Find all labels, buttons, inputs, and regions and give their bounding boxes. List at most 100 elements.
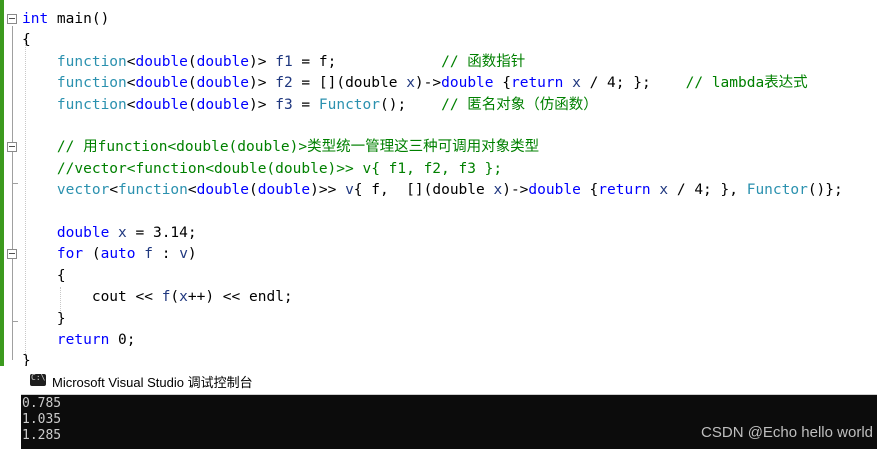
code-token: = 3.14; (126, 225, 197, 241)
code-token: double (56, 225, 110, 241)
console-title-bar[interactable]: Microsoft Visual Studio 调试控制台 (21, 366, 877, 395)
code-token: // 匿名对象（仿函数） (441, 96, 598, 113)
code-token: x (493, 182, 503, 199)
code-token: = [](double (292, 75, 407, 92)
code-line[interactable]: return 0; (22, 330, 136, 351)
code-line[interactable]: { (22, 30, 31, 51)
code-token: )-> (502, 182, 529, 199)
code-token: return (56, 332, 110, 348)
collapse-for-loop-icon[interactable] (7, 249, 17, 259)
collapse-comment-block-icon[interactable] (7, 142, 17, 152)
watermark-text: CSDN @Echo hello world (701, 424, 873, 441)
code-line[interactable]: function<double(double)> f2 = [](double … (22, 73, 808, 94)
code-token: double (528, 182, 581, 199)
code-line[interactable]: cout << f(x++) << endl; (22, 287, 293, 308)
code-token: return (598, 182, 651, 199)
code-token: )> (249, 75, 276, 92)
for-loop-outline-end (12, 321, 18, 322)
code-line[interactable]: vector<function<double(double)>> v{ f, [… (22, 180, 843, 201)
code-line[interactable]: double x = 3.14; (22, 223, 197, 244)
code-token: double (196, 53, 250, 70)
console-output-line: 1.285 (22, 428, 62, 443)
code-token: ( (187, 96, 197, 113)
code-token: vector (56, 182, 110, 199)
code-token: / 4; }; (580, 75, 686, 92)
code-token: ( (170, 289, 180, 306)
code-token: function (56, 75, 127, 92)
code-token: { (22, 267, 66, 284)
code-token: { f, [](double (353, 182, 494, 199)
code-token: { (493, 75, 511, 92)
console-output-line: 0.785 (22, 396, 62, 411)
code-token: //vector<function<double(double)>> v{ f1… (56, 160, 503, 177)
code-token: = (292, 96, 319, 113)
code-token: x (659, 182, 669, 199)
code-token: < (187, 182, 197, 199)
code-line[interactable]: { (22, 266, 66, 287)
code-token: f1 (275, 53, 293, 70)
code-token: return (510, 75, 564, 92)
code-token: x (572, 75, 581, 92)
code-line[interactable]: int main() (22, 9, 109, 30)
code-token: double (135, 75, 188, 92)
code-token: { (22, 32, 31, 49)
code-token: ()}; (807, 182, 843, 199)
code-token: )> (249, 96, 276, 113)
collapse-main-icon[interactable] (7, 14, 17, 24)
code-token: < (126, 53, 136, 70)
code-token: ) (187, 246, 197, 263)
code-token: double (441, 75, 494, 92)
code-token: { (580, 182, 599, 199)
code-token: } (22, 310, 66, 327)
code-token: ( (83, 246, 101, 263)
code-token: f2 (275, 75, 293, 92)
code-token: )> (249, 53, 276, 70)
code-line[interactable]: //vector<function<double(double)>> v{ f1… (22, 159, 502, 180)
code-token: // 函数指针 (441, 53, 526, 70)
code-token: x (179, 289, 188, 306)
code-token: Functor (746, 182, 808, 199)
code-token: < (109, 182, 119, 199)
code-token: int (22, 11, 49, 27)
code-editor[interactable]: int main() { function<double(double)> f1 … (0, 0, 877, 369)
code-token: double (196, 96, 250, 113)
console-app-icon (30, 373, 46, 386)
code-line[interactable]: // 用function<double(double)>类型统一管理这三种可调用… (22, 137, 539, 158)
code-token: // 用function<double(double)>类型统一管理这三种可调用… (56, 139, 540, 156)
code-token: function (118, 182, 188, 199)
code-token: double (196, 75, 250, 92)
change-tracking-bar (0, 0, 4, 366)
code-token: )>> (310, 182, 346, 199)
code-token: = f; (292, 53, 442, 70)
code-token: )-> (414, 75, 442, 92)
code-token: Functor (318, 96, 380, 113)
code-token: ( (187, 53, 197, 70)
code-token: auto (100, 246, 136, 263)
code-token: // lambda表达式 (685, 75, 808, 92)
code-line[interactable]: function<double(double)> f3 = Functor();… (22, 95, 598, 116)
code-token: double (135, 96, 188, 113)
code-token: ( (249, 182, 258, 199)
code-token: v (179, 246, 188, 263)
code-token: (); (380, 96, 442, 113)
console-title: Microsoft Visual Studio 调试控制台 (52, 375, 253, 390)
code-token: function (56, 53, 127, 70)
code-token: : (152, 246, 180, 263)
code-token: v (345, 182, 354, 199)
code-line[interactable]: for (auto f : v) (22, 244, 197, 265)
code-token: main() (48, 11, 110, 27)
code-token: 0; (109, 332, 136, 348)
code-line[interactable]: function<double(double)> f1 = f; // 函数指针 (22, 52, 525, 73)
code-line[interactable]: } (22, 309, 66, 330)
code-token: ++) << endl; (187, 289, 293, 306)
